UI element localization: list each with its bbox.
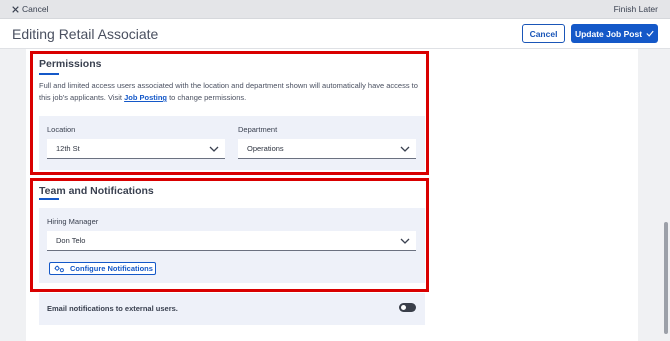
page-header: Editing Retail Associate Cancel Update J… [0,19,670,49]
top-bar: Cancel Finish Later [0,0,670,19]
finish-later-link[interactable]: Finish Later [614,4,658,14]
check-icon [646,30,654,37]
close-icon [12,5,19,13]
cancel-button[interactable]: Cancel [522,24,565,43]
top-cancel-label: Cancel [22,4,49,14]
toggle-knob [401,305,406,310]
top-cancel-link[interactable]: Cancel [12,4,48,14]
scrollbar-thumb[interactable] [664,222,668,334]
email-notifications-label: Email notifications to external users. [47,304,178,313]
update-job-post-button[interactable]: Update Job Post [571,24,658,43]
permissions-highlight-box [30,51,429,175]
team-highlight-box [30,178,429,292]
email-notifications-row: Email notifications to external users. [39,293,425,325]
update-job-post-label: Update Job Post [574,28,643,39]
page-title: Editing Retail Associate [12,26,159,42]
email-notifications-toggle[interactable] [399,303,416,312]
